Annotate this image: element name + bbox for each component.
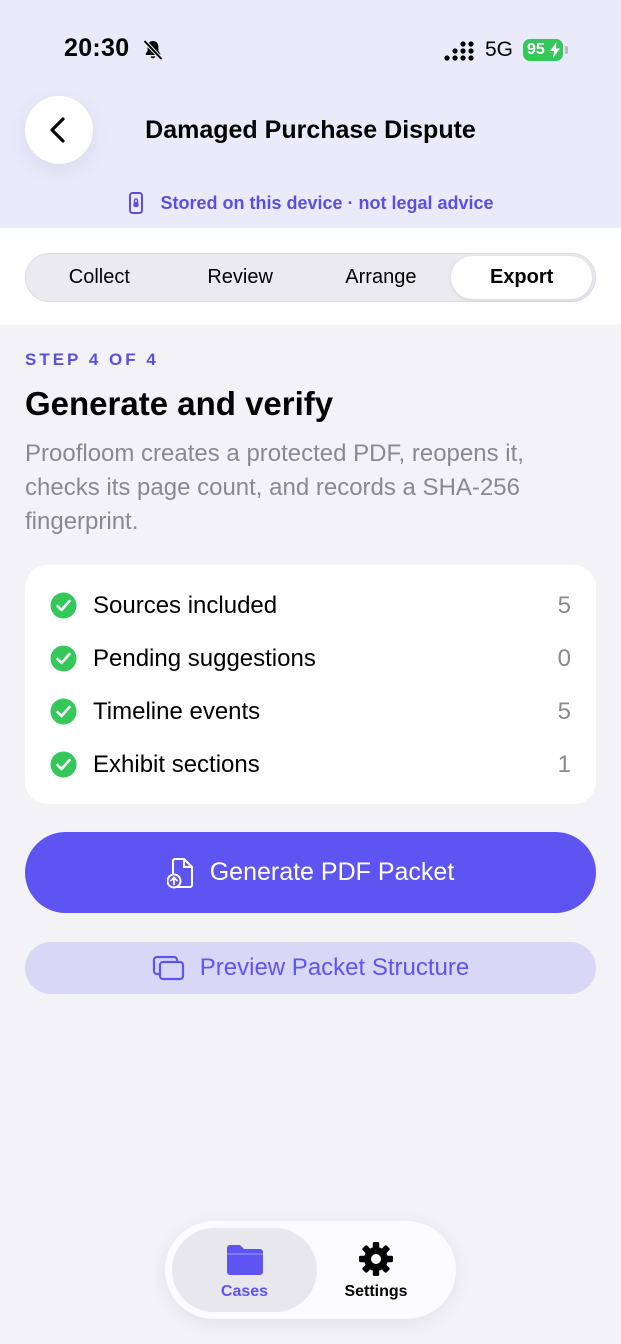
preview-structure-label: Preview Packet Structure — [199, 954, 470, 981]
checklist-label: Pending suggestions — [93, 644, 316, 672]
tab-bar: Cases Settings — [165, 1221, 456, 1319]
checkmark-circle-icon — [50, 751, 77, 778]
checklist-value: 5 — [557, 697, 571, 725]
checklist-value: 1 — [557, 750, 571, 778]
checklist-label: Exhibit sections — [93, 750, 260, 778]
checklist-label: Timeline events — [93, 697, 261, 725]
gear-icon — [359, 1242, 393, 1276]
step-segmented-control: Collect Review Arrange Export — [25, 253, 596, 302]
bell-slash-icon — [143, 39, 163, 61]
tab-settings[interactable]: Settings — [310, 1228, 442, 1312]
header: 20:30 5G 95 Damaged Purchase Dispute Sto… — [0, 0, 621, 228]
folder-icon — [226, 1245, 263, 1275]
segment-collect[interactable]: Collect — [29, 256, 170, 299]
tab-settings-label: Settings — [344, 1283, 408, 1300]
generate-pdf-button[interactable]: Generate PDF Packet — [25, 832, 596, 913]
section-title: Generate and verify — [25, 385, 334, 422]
segment-review[interactable]: Review — [170, 256, 311, 299]
checklist-row: Pending suggestions 0 — [50, 632, 571, 685]
battery-indicator: 95 — [523, 39, 563, 61]
signal-icon — [444, 41, 474, 61]
preview-structure-button[interactable]: Preview Packet Structure — [25, 942, 596, 994]
tab-cases[interactable]: Cases — [172, 1228, 317, 1312]
screen: 20:30 5G 95 Damaged Purchase Dispute Sto… — [0, 0, 621, 1344]
checklist-value: 0 — [557, 644, 571, 672]
checkmark-circle-icon — [50, 592, 77, 619]
checklist-label: Sources included — [93, 591, 278, 619]
checklist-row: Timeline events 5 — [50, 685, 571, 738]
stacked-windows-icon — [152, 955, 184, 981]
network-label: 5G — [485, 38, 514, 61]
status-bar: 20:30 5G 95 — [0, 0, 621, 100]
page-title: Damaged Purchase Dispute — [145, 116, 476, 144]
segment-arrange[interactable]: Arrange — [311, 256, 452, 299]
checkmark-circle-icon — [50, 645, 77, 672]
checklist-value: 5 — [557, 591, 571, 619]
segment-export[interactable]: Export — [451, 256, 592, 299]
step-label: STEP 4 OF 4 — [25, 350, 159, 369]
battery-cap — [565, 46, 568, 54]
bolt-icon — [550, 42, 560, 58]
battery-level: 95 — [527, 41, 545, 58]
generate-pdf-label: Generate PDF Packet — [209, 858, 455, 886]
device-note: Stored on this device · not legal advice — [0, 192, 621, 214]
document-upload-icon — [166, 857, 193, 888]
checklist-row: Sources included 5 — [50, 579, 571, 632]
checklist-row: Exhibit sections 1 — [50, 738, 571, 791]
section-description: Proofloom creates a protected PDF, reope… — [25, 440, 524, 535]
tab-cases-label: Cases — [220, 1283, 269, 1300]
device-note-text: Stored on this device · not legal advice — [160, 192, 494, 213]
status-time: 20:30 — [64, 34, 130, 62]
phone-lock-icon — [129, 192, 144, 214]
checkmark-circle-icon — [50, 698, 77, 725]
verification-checklist: Sources included 5 Pending suggestions 0… — [25, 565, 596, 804]
